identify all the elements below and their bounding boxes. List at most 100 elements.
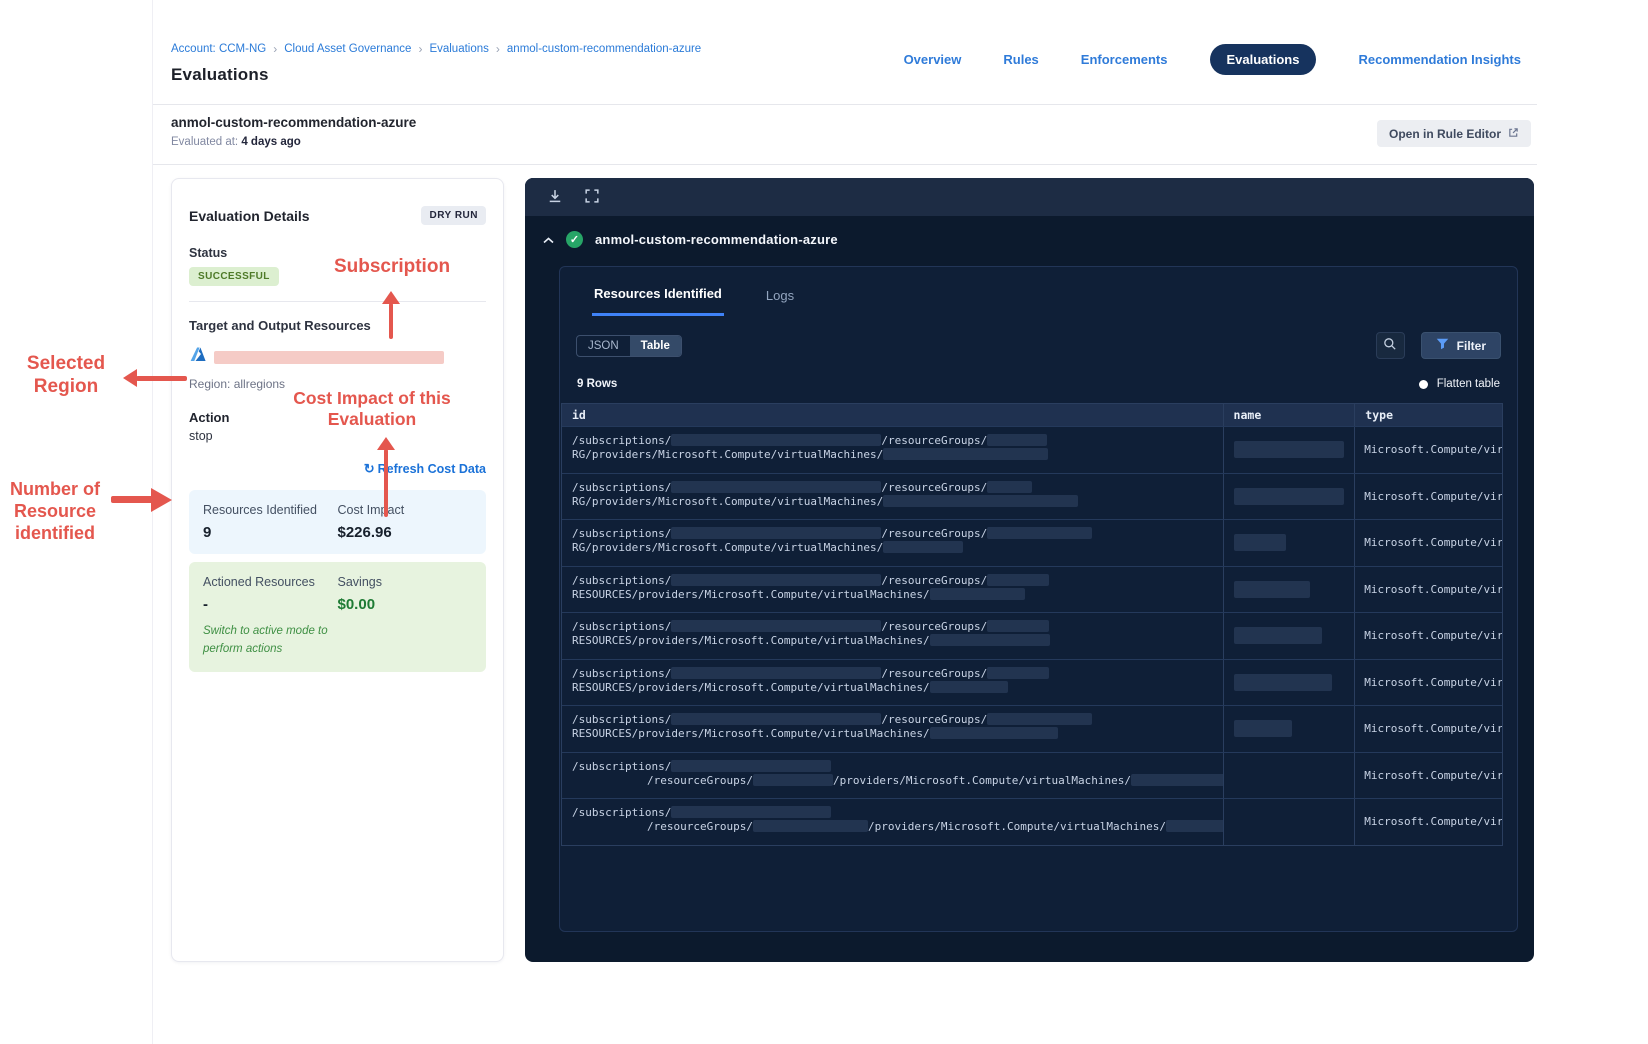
tab-overview[interactable]: Overview (904, 52, 962, 67)
refresh-cost-data-link[interactable]: ↻ Refresh Cost Data (363, 461, 486, 476)
header: Account: CCM-NG › Cloud Asset Governance… (153, 0, 1537, 105)
redacted-text (987, 480, 1033, 493)
cell-name (1222, 520, 1355, 566)
cell-type: Microsoft.Compute/virtu (1354, 799, 1502, 845)
evaluation-result-header: ✓ anmol-custom-recommendation-azure (525, 216, 1534, 258)
cell-name (1222, 752, 1355, 798)
tab-rules[interactable]: Rules (1003, 52, 1038, 67)
table-row: /subscriptions//resourceGroups/RESOURCES… (562, 565, 1502, 613)
open-rule-editor-button[interactable]: Open in Rule Editor (1376, 120, 1531, 147)
table-row: /subscriptions//resourceGroups/RESOURCES… (562, 612, 1502, 659)
redacted-text (987, 434, 1048, 446)
dry-run-badge: DRY RUN (421, 206, 486, 225)
savings-value: $0.00 (337, 596, 376, 613)
redacted-text (1165, 820, 1223, 832)
redacted-text (671, 527, 882, 539)
breadcrumb-governance[interactable]: Cloud Asset Governance (284, 43, 411, 55)
evaluation-output-panel: ✓ anmol-custom-recommendation-azure Reso… (525, 178, 1534, 962)
download-button[interactable] (548, 189, 562, 206)
redacted-text (987, 666, 1050, 679)
fullscreen-button[interactable] (585, 188, 599, 206)
view-json-button[interactable]: JSON (577, 336, 630, 356)
tab-recommendation-insights[interactable]: Recommendation Insights (1358, 52, 1521, 67)
cell-id: /subscriptions//resourceGroups/RG/provid… (562, 520, 1223, 566)
annotation-subscription: Subscription (333, 256, 451, 277)
breadcrumb: Account: CCM-NG › Cloud Asset Governance… (171, 42, 701, 56)
annotation-arrow-line (111, 496, 153, 503)
cell-name (1222, 427, 1355, 473)
flatten-table-toggle[interactable]: Flatten table (1418, 378, 1500, 390)
redacted-text (987, 527, 1093, 539)
annotation-resources-identified: Number of Resource identified (10, 479, 100, 543)
app-window: Account: CCM-NG › Cloud Asset Governance… (152, 0, 1537, 1044)
actioned-stats-box: Actioned Resources - Savings $0.00 Switc… (189, 562, 486, 672)
chevron-right-icon: › (418, 42, 423, 56)
annotation-arrow-line (136, 376, 187, 381)
table-row: /subscriptions//resourceGroups//provider… (562, 751, 1502, 798)
chevron-right-icon: › (273, 42, 278, 56)
refresh-icon: ↻ (363, 461, 375, 476)
top-nav: Overview Rules Enforcements Evaluations … (904, 14, 1521, 86)
success-check-icon: ✓ (566, 231, 583, 248)
tab-enforcements[interactable]: Enforcements (1081, 52, 1168, 67)
savings-label: Savings (337, 575, 382, 589)
cell-type: Microsoft.Compute/virtu (1354, 520, 1502, 566)
breadcrumb-rule-name[interactable]: anmol-custom-recommendation-azure (507, 43, 701, 55)
subheader-left: anmol-custom-recommendation-azure Evalua… (171, 115, 416, 148)
redacted-text (987, 573, 1050, 586)
redacted-text (987, 620, 1050, 632)
cell-id: /subscriptions//resourceGroups//provider… (562, 799, 1223, 845)
filter-button[interactable]: Filter (1420, 332, 1501, 359)
redacted-text (671, 806, 832, 818)
resources-identified-label: Resources Identified (203, 503, 317, 517)
cell-type: Microsoft.Compute/virtu (1354, 659, 1502, 705)
redacted-text (1130, 773, 1223, 786)
rows-count: 9 Rows (577, 378, 618, 390)
fullscreen-icon (585, 188, 599, 206)
tab-logs[interactable]: Logs (764, 286, 796, 316)
table-row: /subscriptions//resourceGroups/RESOURCES… (562, 705, 1502, 752)
cell-type: Microsoft.Compute/virtu (1354, 427, 1502, 473)
redacted-text (671, 573, 882, 586)
evaluated-at-label: Evaluated at: (171, 136, 239, 148)
view-table-button[interactable]: Table (629, 335, 681, 356)
redacted-name (1233, 534, 1286, 552)
collapse-button[interactable] (543, 232, 554, 247)
annotation-arrow-line (384, 449, 388, 517)
filter-icon (1436, 338, 1449, 353)
redacted-text (883, 448, 1049, 460)
cost-impact-label: Cost Impact (337, 503, 405, 517)
result-title: anmol-custom-recommendation-azure (595, 232, 838, 247)
cell-name (1222, 659, 1355, 705)
table-row: /subscriptions//resourceGroups//provider… (562, 798, 1502, 845)
table-row: /subscriptions//resourceGroups/RG/provid… (562, 472, 1502, 519)
search-icon (1383, 337, 1397, 354)
evaluation-name: anmol-custom-recommendation-azure (171, 115, 417, 130)
breadcrumb-evaluations[interactable]: Evaluations (429, 43, 488, 55)
table-controls: JSON Table Filter (576, 332, 1501, 359)
cell-type: Microsoft.Compute/virtu (1354, 752, 1502, 798)
redacted-name (1233, 720, 1292, 738)
cell-id: /subscriptions//resourceGroups/RESOURCES… (562, 660, 1223, 706)
breadcrumb-account[interactable]: Account: CCM-NG (171, 43, 266, 55)
redacted-text (671, 759, 832, 772)
subheader: anmol-custom-recommendation-azure Evalua… (153, 105, 1537, 165)
subscription-row (189, 346, 486, 368)
redacted-name (1233, 580, 1310, 598)
tab-evaluations[interactable]: Evaluations (1209, 43, 1317, 75)
tab-resources-identified[interactable]: Resources Identified (592, 286, 724, 316)
refresh-cost-data-label: Refresh Cost Data (377, 462, 486, 476)
search-button[interactable] (1375, 332, 1405, 359)
redacted-text (883, 541, 964, 553)
annotation-arrow-line (389, 303, 393, 339)
column-header-type: type (1354, 404, 1502, 426)
redacted-text (671, 666, 882, 679)
download-icon (548, 189, 562, 206)
cell-name (1222, 473, 1355, 519)
cell-id: /subscriptions//resourceGroups/RESOURCES… (562, 567, 1223, 613)
redacted-name (1233, 673, 1332, 691)
column-header-name: name (1222, 404, 1355, 426)
cell-name (1222, 706, 1355, 752)
redacted-text (929, 680, 1008, 693)
azure-icon (189, 346, 207, 368)
